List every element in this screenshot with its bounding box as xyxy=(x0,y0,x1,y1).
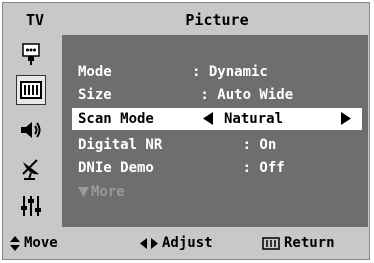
arrow-right-icon[interactable] xyxy=(340,112,352,129)
more-label: More xyxy=(91,184,125,200)
menu-panel: Mode : Dynamic Size : Auto Wide Scan Mod… xyxy=(62,35,368,227)
return-label: Return xyxy=(284,235,335,251)
menu-title: Picture xyxy=(66,4,368,35)
menu-item-size[interactable]: Size : Auto Wide xyxy=(62,84,368,106)
left-right-arrows-icon xyxy=(140,237,158,249)
osd-menu: TV Picture Mode: Dynamic Size: Auto Wi… xyxy=(2,2,370,260)
down-triangle-icon xyxy=(78,187,89,197)
hint-move: Move xyxy=(10,235,58,251)
menu-item-value: : Off xyxy=(192,160,285,176)
more-container: More xyxy=(78,184,125,200)
menu-item-label: Mode xyxy=(78,64,112,80)
footer-hints: Move Adjust Return xyxy=(4,228,368,258)
source-label: TV xyxy=(25,10,45,29)
menu-item-value: : Dynamic xyxy=(192,64,268,80)
up-down-arrows-icon xyxy=(10,235,20,251)
menu-item-value: : Auto Wide xyxy=(192,87,294,103)
menu-item-digital-nr[interactable]: Digital NR : On xyxy=(62,134,368,156)
hint-return: Return xyxy=(262,235,335,251)
move-label: Move xyxy=(24,235,58,251)
menu-item-value: : On xyxy=(192,137,277,153)
menu-item-more[interactable]: More xyxy=(62,181,368,203)
menu-item-dnie-demo[interactable]: DNIe Demo : Off xyxy=(62,157,368,179)
setup-icon[interactable] xyxy=(16,191,46,221)
menu-item-label: Size xyxy=(78,87,112,103)
menu-item-mode[interactable]: Mode : Dynamic xyxy=(62,61,368,83)
menu-category-sidebar xyxy=(4,35,62,227)
input-icon[interactable] xyxy=(16,39,46,69)
menu-item-label: Scan Mode xyxy=(78,111,154,127)
menu-return-icon xyxy=(262,236,280,250)
menu-item-label: DNIe Demo xyxy=(78,160,154,176)
scan-mode-value: Natural xyxy=(224,111,284,127)
picture-icon[interactable] xyxy=(16,75,46,105)
hint-adjust: Adjust xyxy=(140,235,213,251)
channel-icon[interactable] xyxy=(16,153,46,183)
menu-item-label: Digital NR xyxy=(78,137,163,153)
adjust-label: Adjust xyxy=(162,235,213,251)
sound-icon[interactable] xyxy=(16,115,46,145)
menu-item-scan-mode[interactable]: Scan Mode Natural xyxy=(72,108,362,130)
arrow-left-icon[interactable] xyxy=(202,112,214,129)
